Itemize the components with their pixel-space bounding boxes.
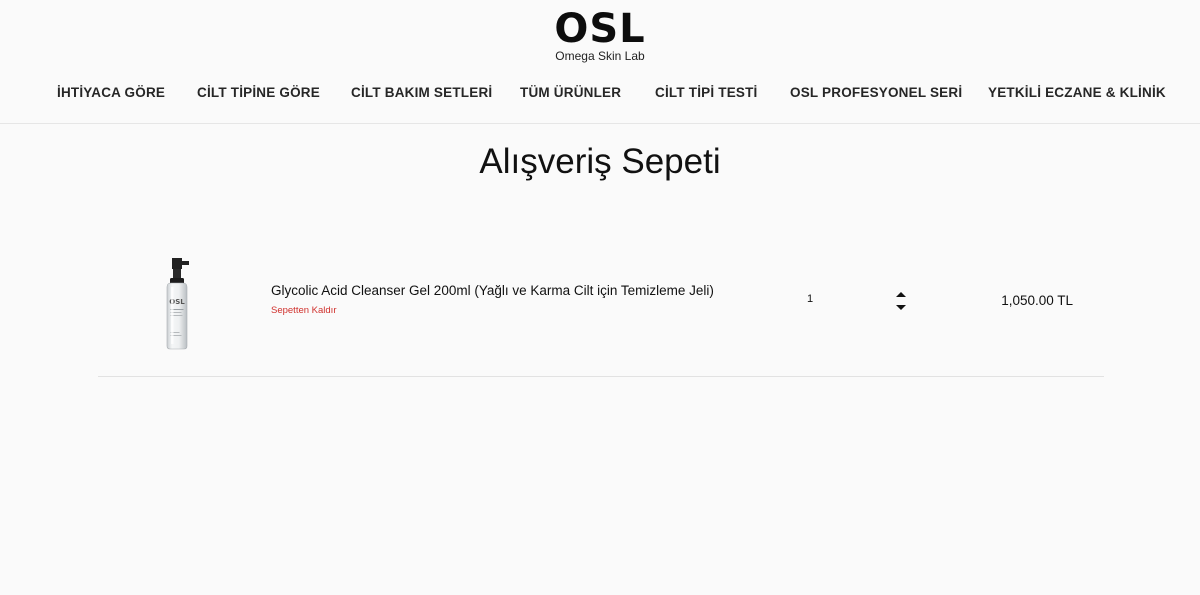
product-name-link[interactable]: Glycolic Acid Cleanser Gel 200ml (Yağlı …	[271, 283, 714, 299]
nav-item-ihtiyaca-gore[interactable]: İHTİYACA GÖRE	[57, 84, 165, 102]
logo-tagline: Omega Skin Lab	[555, 49, 645, 63]
quantity-input[interactable]: 1	[807, 292, 847, 306]
remove-from-cart-link[interactable]: Sepetten Kaldır	[271, 305, 337, 317]
product-bottle-image: OSL	[166, 258, 189, 350]
main-nav: İHTİYACA GÖRE CİLT TİPİNE GÖRE CİLT BAKI…	[0, 84, 1200, 104]
site-header: OSL Omega Skin Lab İHTİYACA GÖRE CİLT Tİ…	[0, 0, 1200, 124]
quantity-stepper	[894, 291, 908, 313]
item-price: 1,050.00 TL	[1001, 293, 1073, 308]
product-info: Glycolic Acid Cleanser Gel 200ml (Yağlı …	[271, 283, 714, 318]
increase-quantity-icon[interactable]	[896, 292, 906, 297]
nav-item-cilt-tipi-testi[interactable]: CİLT TİPİ TESTİ	[655, 84, 758, 102]
nav-item-tum-urunler[interactable]: TÜM ÜRÜNLER	[520, 84, 621, 102]
page-title: Alışveriş Sepeti	[479, 142, 721, 181]
nav-item-cilt-bakim-setleri[interactable]: CİLT BAKIM SETLERİ	[351, 84, 492, 102]
nav-item-osl-profesyonel-seri[interactable]: OSL PROFESYONEL SERİ	[790, 84, 962, 102]
cart-item-row: OSL Glycolic Acid Cleanser Gel 200ml (Ya…	[98, 240, 1104, 377]
product-image[interactable]: OSL	[156, 254, 200, 352]
nav-item-cilt-tipine-gore[interactable]: CİLT TİPİNE GÖRE	[197, 84, 320, 102]
logo-mark: OSL	[554, 6, 646, 52]
nav-item-yetkili-eczane-klinik[interactable]: YETKİLİ ECZANE & KLİNİK	[988, 84, 1166, 102]
brand-logo[interactable]: OSL Omega Skin Lab	[0, 8, 1200, 63]
decrease-quantity-icon[interactable]	[896, 305, 906, 310]
